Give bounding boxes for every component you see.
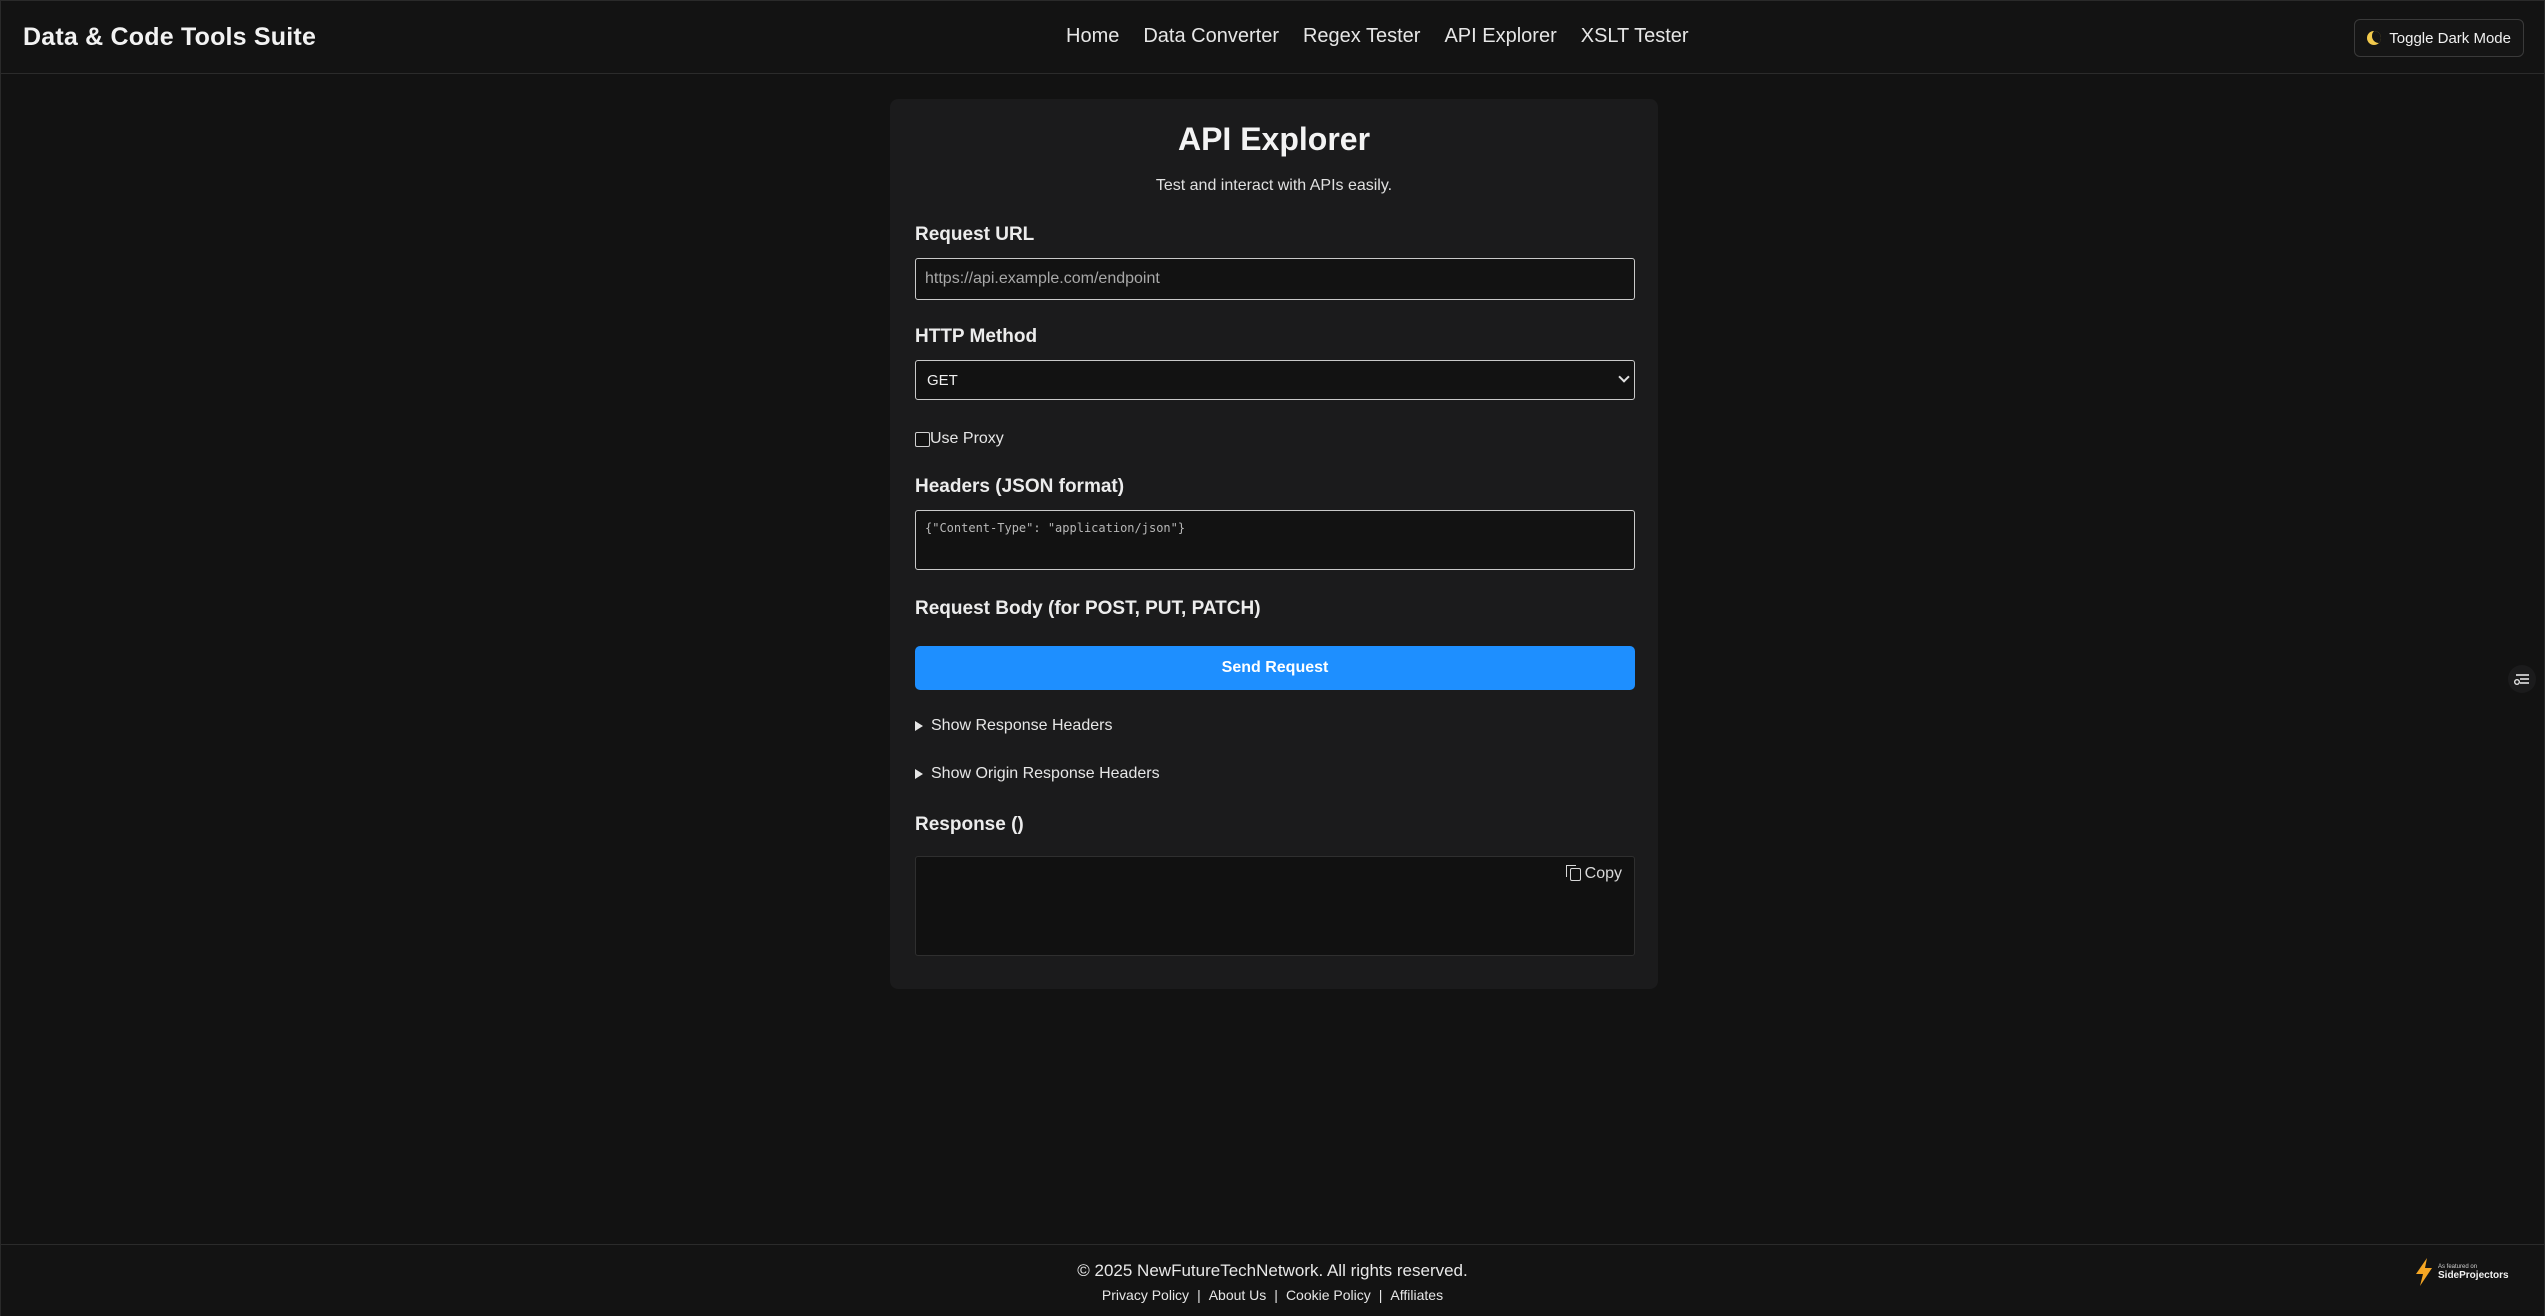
- copyright-text: © 2025 NewFutureTechNetwork. All rights …: [1077, 1261, 1468, 1280]
- nav-xslt-tester[interactable]: XSLT Tester: [1581, 25, 1689, 48]
- request-body-label: Request Body (for POST, PUT, PATCH): [915, 598, 1261, 619]
- headers-label: Headers (JSON format): [915, 476, 1125, 497]
- settings-sliders-glyph: [2514, 674, 2529, 685]
- toggle-dark-mode-button[interactable]: Toggle Dark Mode: [2354, 19, 2524, 57]
- headers-placeholder: {"Content-Type": "application/json"}: [925, 521, 1186, 535]
- show-response-headers-label: Show Response Headers: [931, 717, 1113, 734]
- nav-home[interactable]: Home: [1066, 25, 1119, 48]
- main-nav: Home Data Converter Regex Tester API Exp…: [1066, 25, 1713, 48]
- http-method-select[interactable]: GET: [915, 360, 1635, 400]
- footer-link-about-us[interactable]: About Us: [1209, 1287, 1267, 1303]
- footer-separator: |: [1274, 1287, 1278, 1303]
- page-subtitle: Test and interact with APIs easily.: [1155, 177, 1393, 194]
- request-url-label: Request URL: [915, 224, 1035, 245]
- headers-textarea[interactable]: {"Content-Type": "application/json"}: [915, 510, 1635, 570]
- top-navigation-bar: Data & Code Tools Suite Home Data Conver…: [1, 1, 2544, 74]
- http-method-label: HTTP Method: [915, 326, 1038, 347]
- use-proxy-checkbox[interactable]: [915, 431, 930, 447]
- site-brand[interactable]: Data & Code Tools Suite: [23, 23, 316, 52]
- lightning-bolt-icon: [2416, 1258, 2432, 1286]
- page-title: API Explorer: [1177, 121, 1371, 157]
- footer-separator: |: [1197, 1287, 1201, 1303]
- disclosure-triangle-icon: [915, 721, 923, 731]
- copy-icon: [1565, 864, 1581, 881]
- show-response-headers-toggle[interactable]: Show Response Headers: [915, 717, 1112, 735]
- footer-link-privacy-policy[interactable]: Privacy Policy: [1102, 1287, 1189, 1303]
- footer-links: Privacy Policy | About Us | Cookie Polic…: [1, 1287, 2544, 1303]
- nav-regex-tester[interactable]: Regex Tester: [1303, 25, 1420, 48]
- toggle-dark-mode-label: Toggle Dark Mode: [2389, 29, 2511, 47]
- page: Data & Code Tools Suite Home Data Conver…: [0, 0, 2545, 1316]
- request-url-input[interactable]: [915, 258, 1635, 300]
- badge-site-name: SideProjectors: [2438, 1269, 2509, 1281]
- response-label: Response (): [915, 814, 1024, 835]
- settings-sliders-icon[interactable]: [2508, 665, 2536, 693]
- footer-separator: |: [1378, 1287, 1383, 1303]
- show-origin-response-headers-toggle[interactable]: Show Origin Response Headers: [915, 765, 1160, 783]
- moon-icon: [2367, 31, 2382, 45]
- show-origin-response-headers-label: Show Origin Response Headers: [931, 765, 1160, 782]
- api-explorer-card: API Explorer Test and interact with APIs…: [890, 99, 1658, 989]
- http-method-value: GET: [927, 371, 958, 389]
- copy-label: Copy: [1584, 865, 1622, 882]
- chevron-down-icon: [1618, 371, 1630, 383]
- nav-data-converter[interactable]: Data Converter: [1143, 25, 1279, 48]
- sideprojectors-badge[interactable]: As featured on SideProjectors: [2413, 1257, 2528, 1287]
- use-proxy-label[interactable]: Use Proxy: [930, 430, 1004, 448]
- send-request-button[interactable]: Send Request: [915, 646, 1635, 690]
- copy-button[interactable]: Copy: [1565, 864, 1622, 883]
- response-output[interactable]: Copy: [915, 856, 1635, 956]
- footer-link-affiliates[interactable]: Affiliates: [1390, 1287, 1443, 1303]
- footer: © 2025 NewFutureTechNetwork. All rights …: [1, 1244, 2544, 1316]
- footer-link-cookie-policy[interactable]: Cookie Policy: [1286, 1287, 1371, 1303]
- nav-api-explorer[interactable]: API Explorer: [1444, 25, 1556, 48]
- disclosure-triangle-icon: [915, 769, 923, 779]
- use-proxy-row: Use Proxy: [915, 430, 1004, 448]
- badge-text: As featured on SideProjectors: [2438, 1264, 2509, 1281]
